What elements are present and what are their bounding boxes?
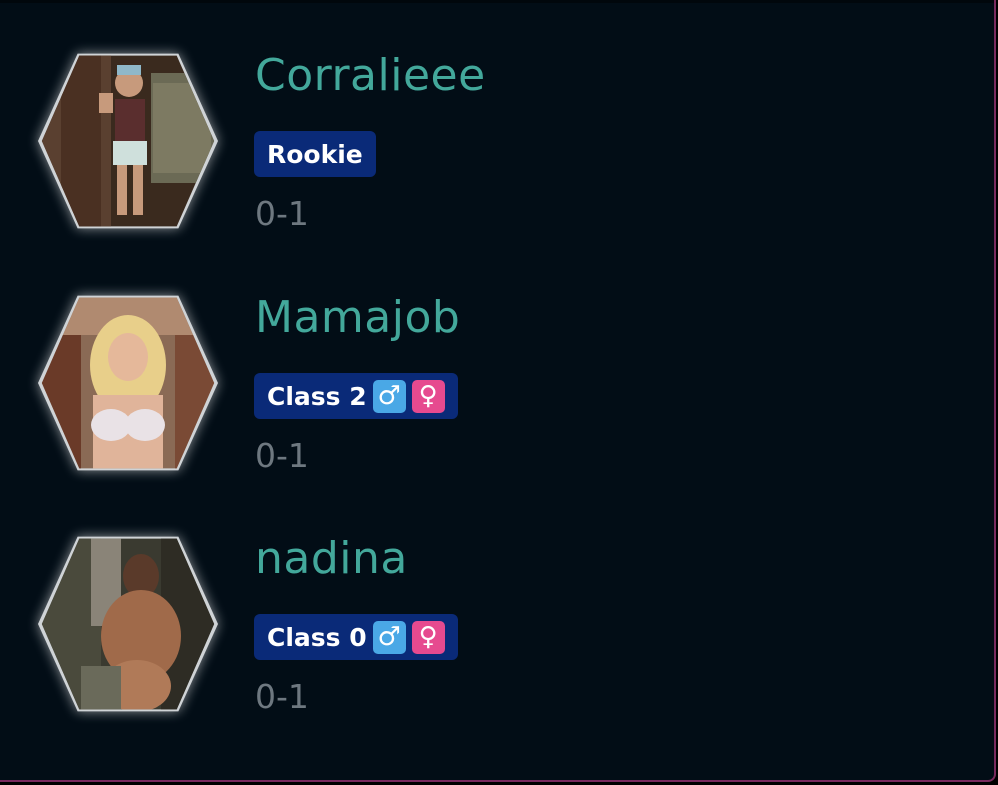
- rank-badge: Class 2 ♂ ♀: [254, 373, 458, 419]
- rank-badge-label: Class 2: [267, 381, 367, 411]
- player-name[interactable]: Corralieee: [255, 48, 486, 104]
- rank-badge: Class 0 ♂ ♀: [254, 614, 458, 660]
- male-icon: ♂: [372, 620, 406, 654]
- rank-badge-label: Rookie: [267, 139, 363, 169]
- male-icon: ♂: [372, 379, 406, 413]
- win-loss-record: 0-1: [255, 194, 309, 233]
- player-name[interactable]: nadina: [255, 531, 408, 587]
- player-row[interactable]: Mamajob Class 2 ♂ ♀ 0-1: [0, 282, 990, 522]
- player-list-panel: Corralieee Rookie 0-1 Mamajob Class 2 ♂ …: [0, 0, 996, 782]
- female-icon: ♀: [411, 379, 445, 413]
- rank-badge: Rookie: [254, 131, 376, 177]
- win-loss-record: 0-1: [255, 436, 309, 475]
- player-row[interactable]: nadina Class 0 ♂ ♀ 0-1: [0, 523, 990, 763]
- player-name[interactable]: Mamajob: [255, 290, 460, 346]
- win-loss-record: 0-1: [255, 677, 309, 716]
- player-avatar[interactable]: [38, 292, 218, 474]
- player-avatar[interactable]: [38, 533, 218, 715]
- player-avatar[interactable]: [38, 50, 218, 232]
- rank-badge-label: Class 0: [267, 622, 367, 652]
- player-row[interactable]: Corralieee Rookie 0-1: [0, 40, 990, 280]
- female-icon: ♀: [411, 620, 445, 654]
